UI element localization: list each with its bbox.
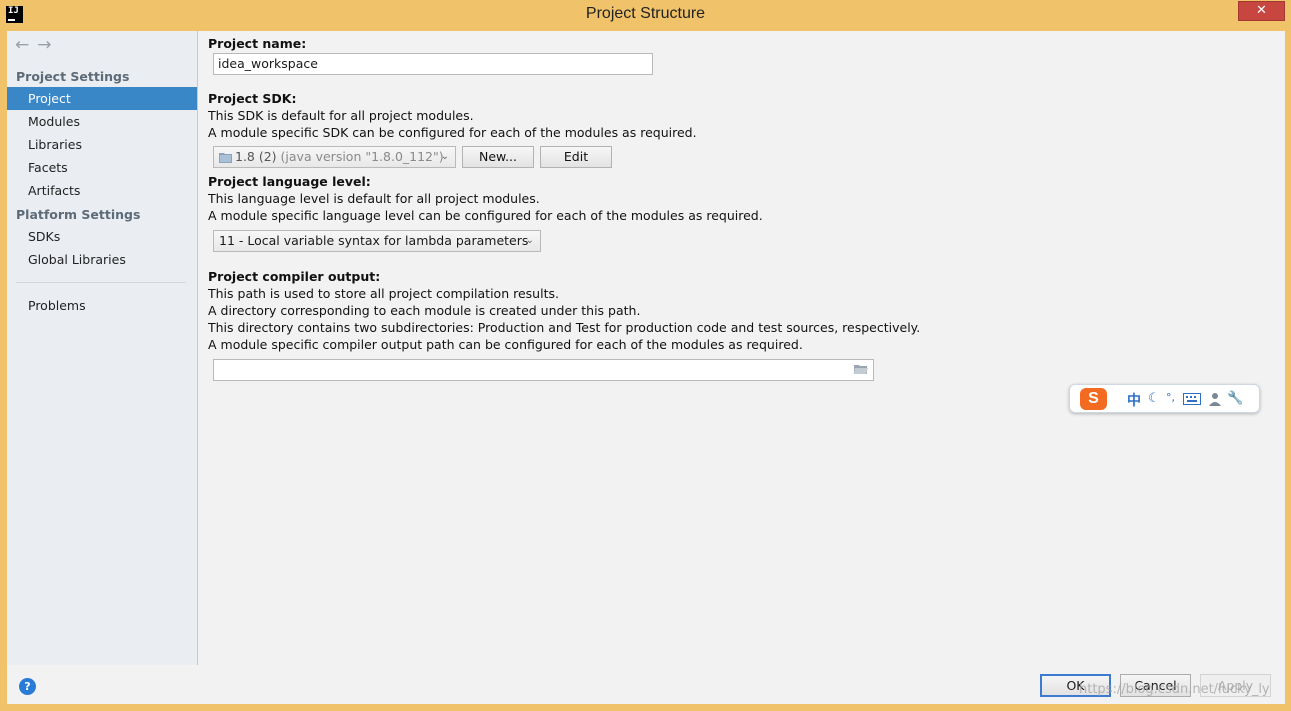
sidebar-item-problems[interactable]: Problems: [7, 294, 197, 317]
compiler-output-description-2: A directory corresponding to each module…: [208, 303, 641, 318]
dialog-body: ← → Project Settings Project Modules Libr…: [7, 31, 1285, 704]
ime-toolbar[interactable]: S 中 ☾ °, 🔧: [1069, 384, 1260, 413]
language-level-description-1: This language level is default for all p…: [208, 191, 540, 206]
sogou-logo-icon[interactable]: S: [1080, 388, 1107, 410]
sidebar-item-project[interactable]: Project: [7, 87, 197, 110]
language-level-dropdown[interactable]: 11 - Local variable syntax for lambda pa…: [213, 230, 541, 252]
compiler-output-input[interactable]: [213, 359, 874, 381]
ime-mode-toggle[interactable]: 中: [1127, 390, 1141, 410]
chevron-down-icon: ⌄: [440, 151, 449, 162]
sidebar-item-facets[interactable]: Facets: [7, 156, 197, 179]
sidebar-item-global-libraries[interactable]: Global Libraries: [7, 248, 197, 271]
language-level-selected-value: 11 - Local variable syntax for lambda pa…: [219, 233, 529, 248]
sidebar-divider: [16, 282, 186, 283]
sdk-version-detail: (java version "1.8.0_112"): [280, 149, 444, 164]
project-name-label: Project name:: [208, 36, 307, 51]
window-title: Project Structure: [585, 5, 706, 22]
forward-arrow-icon[interactable]: →: [37, 35, 51, 55]
compiler-output-description-4: A module specific compiler output path c…: [208, 337, 803, 352]
project-sdk-label: Project SDK:: [208, 91, 297, 106]
compiler-output-description-1: This path is used to store all project c…: [208, 286, 559, 301]
moon-icon[interactable]: ☾: [1148, 391, 1160, 406]
project-sdk-dropdown[interactable]: 1.8 (2) (java version "1.8.0_112") ⌄: [213, 146, 456, 168]
back-arrow-icon[interactable]: ←: [15, 35, 29, 55]
watermark: https://blog.csdn.net/lucky_ly: [1079, 682, 1270, 697]
sidebar-item-sdks[interactable]: SDKs: [7, 225, 197, 248]
window-close-button[interactable]: ✕: [1238, 1, 1285, 21]
history-navigation: ← →: [15, 35, 60, 55]
sidebar-item-modules[interactable]: Modules: [7, 110, 197, 133]
user-icon[interactable]: [1209, 392, 1221, 406]
project-settings-header: Project Settings: [16, 69, 130, 84]
sidebar-item-artifacts[interactable]: Artifacts: [7, 179, 197, 202]
sdk-new-button[interactable]: New...: [462, 146, 534, 168]
sdk-description-1: This SDK is default for all project modu…: [208, 108, 474, 123]
keyboard-icon[interactable]: [1183, 393, 1201, 405]
punctuation-icon[interactable]: °,: [1166, 391, 1175, 404]
sdk-selected-value: 1.8 (2): [235, 149, 277, 164]
project-name-input[interactable]: idea_workspace: [213, 53, 653, 75]
sdk-edit-button[interactable]: Edit: [540, 146, 612, 168]
sidebar-item-libraries[interactable]: Libraries: [7, 133, 197, 156]
settings-sidebar: ← → Project Settings Project Modules Libr…: [7, 31, 198, 665]
sdk-description-2: A module specific SDK can be configured …: [208, 125, 697, 140]
compiler-output-description-3: This directory contains two subdirectori…: [208, 320, 921, 335]
compiler-output-label: Project compiler output:: [208, 269, 381, 284]
language-level-label: Project language level:: [208, 174, 371, 189]
platform-settings-header: Platform Settings: [16, 207, 141, 222]
language-level-description-2: A module specific language level can be …: [208, 208, 763, 223]
browse-folder-icon[interactable]: [854, 364, 868, 374]
chevron-down-icon: ⌄: [525, 235, 534, 246]
help-icon[interactable]: ?: [19, 678, 36, 695]
sdk-folder-icon: [219, 153, 232, 163]
project-settings-panel: Project name: idea_workspace Project SDK…: [199, 31, 1285, 665]
wrench-icon[interactable]: 🔧: [1227, 391, 1243, 406]
title-bar: IJ Project Structure ✕: [0, 0, 1291, 30]
